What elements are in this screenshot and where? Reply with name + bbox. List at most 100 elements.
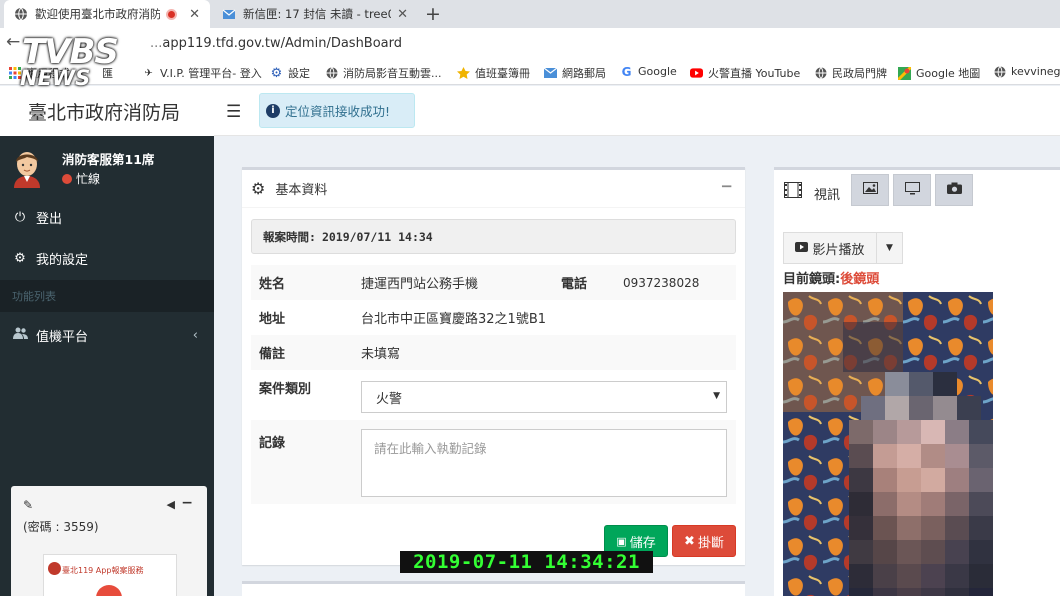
video-play-dropdown[interactable]: ▼	[877, 232, 903, 264]
address-row: 地址 台北市中正區寶慶路32之1號B1	[251, 300, 736, 335]
name-row: 姓名 捷運西門站公務手機 電話 0937238028	[251, 265, 736, 300]
current-lens-value: 後鏡頭	[840, 272, 880, 287]
bookmark-duty-roster[interactable]: 值班臺簿冊	[457, 65, 530, 81]
close-tab-icon[interactable]: ✕	[397, 7, 408, 22]
thumbnail-text: 臺北119 App報案服務	[62, 566, 144, 575]
note-value: 未填寫	[361, 347, 401, 362]
gear-icon: ⚙	[270, 65, 283, 81]
basic-info-header: ⚙ 基本資料 −	[242, 170, 745, 208]
blurred-face	[849, 372, 993, 596]
image-view-button[interactable]	[851, 174, 889, 206]
collapse-icon[interactable]: −	[720, 177, 733, 195]
floppy-icon: ▣	[616, 534, 627, 548]
red-circle-icon	[96, 585, 122, 596]
badge-icon	[457, 66, 470, 80]
video-play-button[interactable]: 影片播放	[783, 232, 877, 264]
bookmark-settings[interactable]: ⚙ 設定	[270, 65, 310, 81]
avatar	[14, 152, 40, 188]
case-type-select[interactable]: 火警 ▼	[361, 381, 727, 413]
screen-view-button[interactable]	[893, 174, 931, 206]
bookmark-google-maps[interactable]: Google 地圖	[898, 65, 980, 81]
sidebar-item-duty-platform[interactable]: 值機平台 ‹	[0, 316, 214, 354]
camera-snapshot-button[interactable]	[935, 174, 973, 206]
image-icon	[862, 182, 878, 198]
new-tab-button[interactable]: +	[425, 3, 441, 25]
bookmark-google[interactable]: G Google	[620, 64, 677, 79]
info-icon: i	[266, 103, 280, 118]
bookmark-youtube[interactable]: 火警直播 YouTube	[690, 65, 800, 81]
minimize-icon[interactable]: −	[181, 495, 193, 511]
bookmark-kevvineg[interactable]: kevvineg	[993, 65, 1060, 78]
user-name: 消防客服第11席	[62, 152, 155, 167]
sidebar-item-my-settings[interactable]: ⚙ 我的設定	[0, 239, 214, 277]
video-box: 視訊 影片播放 ▼ 目前鏡頭:後鏡頭	[774, 167, 1060, 596]
globe-icon	[993, 65, 1006, 78]
dropdown-caret-icon: ▼	[886, 243, 893, 253]
widget-password: (密碼 : 3559)	[23, 520, 99, 534]
youtube-icon	[690, 67, 703, 80]
globe-icon	[325, 67, 338, 80]
sidebar-item-logout[interactable]: ⏻ 登出	[0, 198, 214, 236]
mail-icon	[222, 7, 236, 21]
browser-tab-mail[interactable]: 新信匣: 17 封信 未讀 - tree0104 ✕	[212, 0, 418, 28]
video-feed	[783, 292, 993, 596]
report-time-bar: 報案時間: 2019/07/11 14:34	[251, 219, 736, 254]
video-tabs: 視訊	[774, 170, 1060, 212]
tab-title: 歡迎使用臺北市政府消防局	[35, 7, 161, 21]
mail-icon	[544, 67, 557, 80]
globe-icon	[14, 7, 28, 21]
bookmark-post-office[interactable]: 網路郵局	[544, 65, 606, 81]
watermark-news-text: NEWS	[20, 66, 91, 90]
google-icon: G	[621, 64, 632, 79]
user-panel: 消防客服第11席 忙線	[0, 136, 214, 198]
basic-info-box: ⚙ 基本資料 − 報案時間: 2019/07/11 14:34 姓名 捷運西門站…	[242, 167, 745, 565]
hangup-button[interactable]: ✖ 掛斷	[672, 525, 736, 557]
current-lens: 目前鏡頭:後鏡頭	[783, 272, 880, 287]
name-value: 捷運西門站公務手機	[361, 277, 479, 292]
alert-text: 定位資訊接收成功!	[285, 104, 391, 119]
video-play-group: 影片播放 ▼	[783, 232, 903, 264]
film-icon	[784, 182, 802, 202]
app-thumbnail[interactable]: 臺北119 App報案服務	[43, 554, 177, 596]
name-label: 姓名	[259, 277, 286, 292]
sidebar-section-header: 功能列表	[0, 280, 214, 312]
bookmark-fire-video[interactable]: 消防局影音互動雲...	[325, 65, 442, 81]
record-textarea[interactable]: 請在此輸入執勤記錄	[361, 429, 727, 497]
report-time-label: 報案時間:	[263, 229, 316, 244]
users-icon	[12, 327, 28, 343]
top-navbar: ☰ i 定位資訊接收成功!	[214, 86, 1060, 136]
recording-indicator-icon	[166, 8, 178, 20]
phone-label: 電話	[561, 277, 588, 292]
bookmark-civil-affairs[interactable]: 民政局門牌	[814, 65, 887, 81]
url-field[interactable]: ...app119.tfd.gov.tw/Admin/DashBoard	[150, 36, 402, 51]
speaker-icon[interactable]: ◀	[167, 498, 175, 511]
lower-box	[242, 581, 745, 596]
close-icon: ✖	[684, 533, 695, 549]
tvbs-news-watermark: TVBS NEWS	[16, 32, 166, 92]
case-type-label: 案件類別	[259, 382, 312, 397]
gears-icon: ⚙	[14, 250, 26, 266]
record-label: 記錄	[259, 436, 286, 451]
power-icon: ⏻	[14, 209, 26, 225]
camera-icon	[946, 182, 962, 198]
phone-value: 0937238028	[623, 275, 700, 290]
close-tab-icon[interactable]: ✕	[189, 7, 200, 22]
call-widget: ✎ ◀ − (密碼 : 3559) 臺北119 App報案服務	[11, 486, 207, 596]
tab-title: 新信匣: 17 封信 未讀 - tree0104	[243, 7, 391, 21]
pencil-icon[interactable]: ✎	[23, 498, 33, 512]
address-label: 地址	[259, 312, 286, 327]
note-label: 備註	[259, 347, 286, 362]
dropdown-caret-icon: ▼	[713, 391, 720, 401]
menu-toggle-icon[interactable]: ☰	[226, 102, 241, 122]
address-value: 台北市中正區寶慶路32之1號B1	[361, 312, 547, 327]
video-tab-label[interactable]: 視訊	[814, 184, 840, 203]
video-timestamp-overlay: 2019-07-11 14:34:21	[400, 551, 653, 573]
status-dot-icon	[62, 173, 72, 184]
app-title[interactable]: 臺北市政府消防局	[0, 86, 214, 136]
user-status: 忙線	[62, 170, 100, 187]
maps-icon	[898, 66, 911, 80]
browser-tab-tfd[interactable]: 歡迎使用臺北市政府消防局 ✕	[4, 0, 210, 28]
monitor-icon	[904, 181, 920, 199]
box-title: 基本資料	[275, 183, 328, 198]
chevron-left-icon: ‹	[192, 327, 198, 343]
